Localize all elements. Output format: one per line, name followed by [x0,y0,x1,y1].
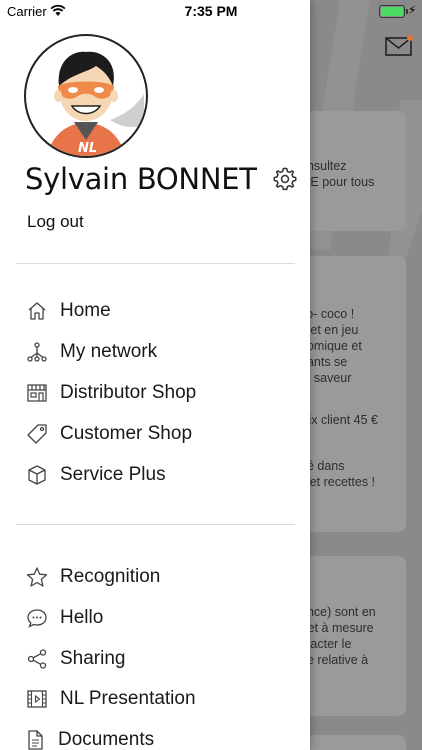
charging-icon: ⚡ [408,3,417,17]
box-icon [28,465,46,485]
card-text: r et à mesure [300,621,374,635]
document-icon [28,730,43,750]
menu-item-label: Documents [58,729,155,750]
background-card[interactable]: ance) sont en r et à mesure ntacter le u… [296,556,406,716]
menu-item-label: Customer Shop [60,423,193,444]
background-card[interactable] [296,735,406,750]
menu-item-customer-shop[interactable]: Customer Shop [26,419,296,449]
avatar[interactable]: NL [24,34,148,158]
avatar-illustration: NL [46,41,144,156]
user-name: Sylvain BONNET [25,162,257,196]
divider [16,524,295,525]
card-text: s et recettes ! [300,475,376,489]
menu-item-label: Distributor Shop [60,382,197,403]
store-icon [27,384,47,402]
menu-item-my-network[interactable]: My network [26,337,296,367]
chat-bubble-icon [27,609,47,628]
home-icon [28,302,46,320]
menu-item-distributor-shop[interactable]: Distributor Shop [26,378,296,408]
tag-icon [27,424,47,444]
star-icon [26,567,48,587]
card-text: ME pour tous [300,175,375,189]
background-card[interactable]: co- coco ! met en jeu nomique et nants s… [296,256,406,532]
menu-item-label: NL Presentation [60,688,196,709]
menu-item-documents[interactable]: Documents [24,725,294,750]
mail-icon[interactable] [385,35,413,57]
menu-item-home[interactable]: Home [26,296,296,326]
menu-item-label: Home [60,300,111,321]
network-icon [27,342,47,362]
status-bar: Carrier 7:35 PM ⚡ [0,0,422,22]
menu-item-label: Sharing [60,648,126,669]
logout-link[interactable]: Log out [27,212,84,232]
menu-item-label: Service Plus [60,464,166,485]
menu-item-label: My network [60,341,158,362]
background-card[interactable]: onsultez ME pour tous [296,111,406,231]
svg-text:NL: NL [78,141,97,156]
notification-dot [407,35,413,41]
card-text: ue relative à [300,653,369,667]
menu-item-nl-presentation[interactable]: NL Presentation [26,684,296,714]
battery-icon [379,5,408,18]
film-icon [27,690,47,708]
menu-item-label: Recognition [60,566,161,587]
divider [16,263,295,264]
navigation-drawer: NL Sylvain BONNET Log out Home My networ… [0,0,310,750]
menu-item-hello[interactable]: Hello [26,603,296,633]
card-text: ance) sont en [300,605,376,619]
menu-item-sharing[interactable]: Sharing [26,644,296,674]
share-icon [27,649,47,669]
gear-icon[interactable] [272,166,298,192]
clock: 7:35 PM [184,3,238,19]
menu-item-recognition[interactable]: Recognition [26,562,296,592]
menu-item-label: Hello [60,607,104,628]
menu-item-service-plus[interactable]: Service Plus [26,460,296,490]
